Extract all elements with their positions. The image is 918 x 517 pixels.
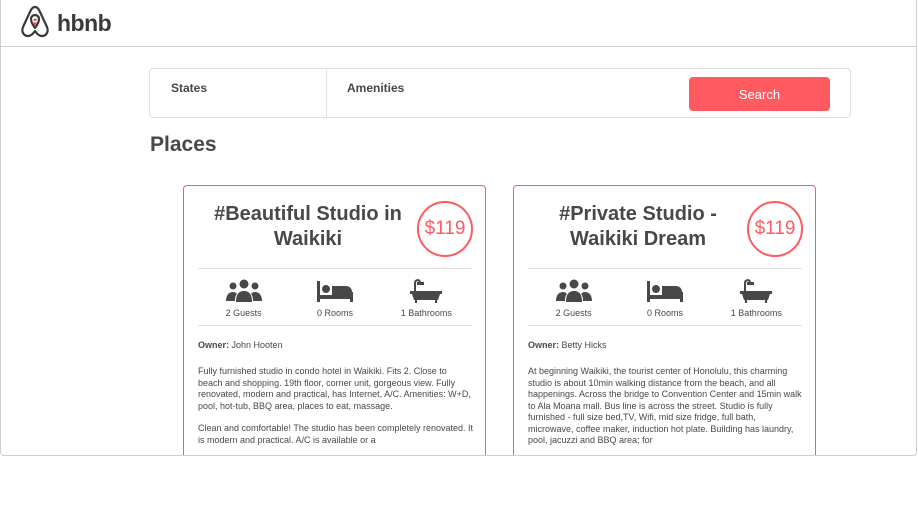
rooms-label: 0 Rooms	[646, 308, 683, 318]
rooms-info: 0 Rooms	[289, 269, 380, 325]
rooms-label: 0 Rooms	[316, 308, 353, 318]
bath-icon	[407, 279, 445, 303]
header: hbnb	[1, 0, 916, 47]
logo-text: hbnb	[57, 9, 112, 36]
owner-name: John Hooten	[231, 340, 283, 350]
place-name: #Private Studio - Waikiki Dream	[559, 203, 717, 250]
place-info: 2 Guests 0 Rooms 1 Bathrooms	[198, 268, 472, 326]
bathrooms-info: 1 Bathrooms	[711, 269, 802, 325]
owner-label: Owner:	[198, 340, 230, 350]
guests-info: 2 Guests	[528, 269, 619, 325]
owner: Owner: John Hooten	[198, 340, 283, 350]
places-title: Places	[150, 133, 217, 156]
bathrooms-label: 1 Bathrooms	[730, 308, 782, 318]
app-window: hbnb States Amenities Search Places #Bea…	[0, 0, 917, 456]
rooms-info: 0 Rooms	[619, 269, 710, 325]
search-button[interactable]: Search	[689, 77, 830, 111]
description-paragraph: At beginning Waikiki, the tourist center…	[528, 366, 802, 445]
price-badge: $119	[417, 201, 473, 257]
price-badge: $119	[747, 201, 803, 257]
guests-label: 2 Guests	[555, 308, 592, 318]
description-paragraph: Clean and comfortable! The studio has be…	[198, 423, 474, 445]
bath-icon	[737, 279, 775, 303]
states-filter[interactable]: States	[150, 69, 327, 117]
filters-bar: States Amenities Search	[149, 68, 851, 118]
bathrooms-label: 1 Bathrooms	[400, 308, 452, 318]
logo[interactable]: hbnb	[19, 4, 112, 43]
amenities-filter-label: Amenities	[347, 81, 405, 95]
place-description: Fully furnished studio in condo hotel in…	[198, 366, 474, 455]
bed-icon	[316, 279, 354, 303]
guests-label: 2 Guests	[225, 308, 262, 318]
owner-name: Betty Hicks	[561, 340, 607, 350]
description-paragraph: Fully furnished studio in condo hotel in…	[198, 366, 471, 411]
guests-info: 2 Guests	[198, 269, 289, 325]
owner: Owner: Betty Hicks	[528, 340, 607, 350]
place-name: #Beautiful Studio in Waikiki	[214, 203, 402, 250]
amenities-filter[interactable]: Amenities	[326, 69, 626, 117]
place-card: #Beautiful Studio in Waikiki $119 2 Gues…	[183, 185, 486, 455]
bathrooms-info: 1 Bathrooms	[381, 269, 472, 325]
place-card: #Private Studio - Waikiki Dream $119 2 G…	[513, 185, 816, 455]
bed-icon	[646, 279, 684, 303]
users-icon	[225, 279, 263, 303]
states-filter-label: States	[171, 81, 208, 95]
place-description: At beginning Waikiki, the tourist center…	[528, 366, 803, 455]
airbnb-logo-icon	[19, 4, 51, 43]
users-icon	[555, 279, 593, 303]
owner-label: Owner:	[528, 340, 560, 350]
place-info: 2 Guests 0 Rooms 1 Bathrooms	[528, 268, 802, 326]
